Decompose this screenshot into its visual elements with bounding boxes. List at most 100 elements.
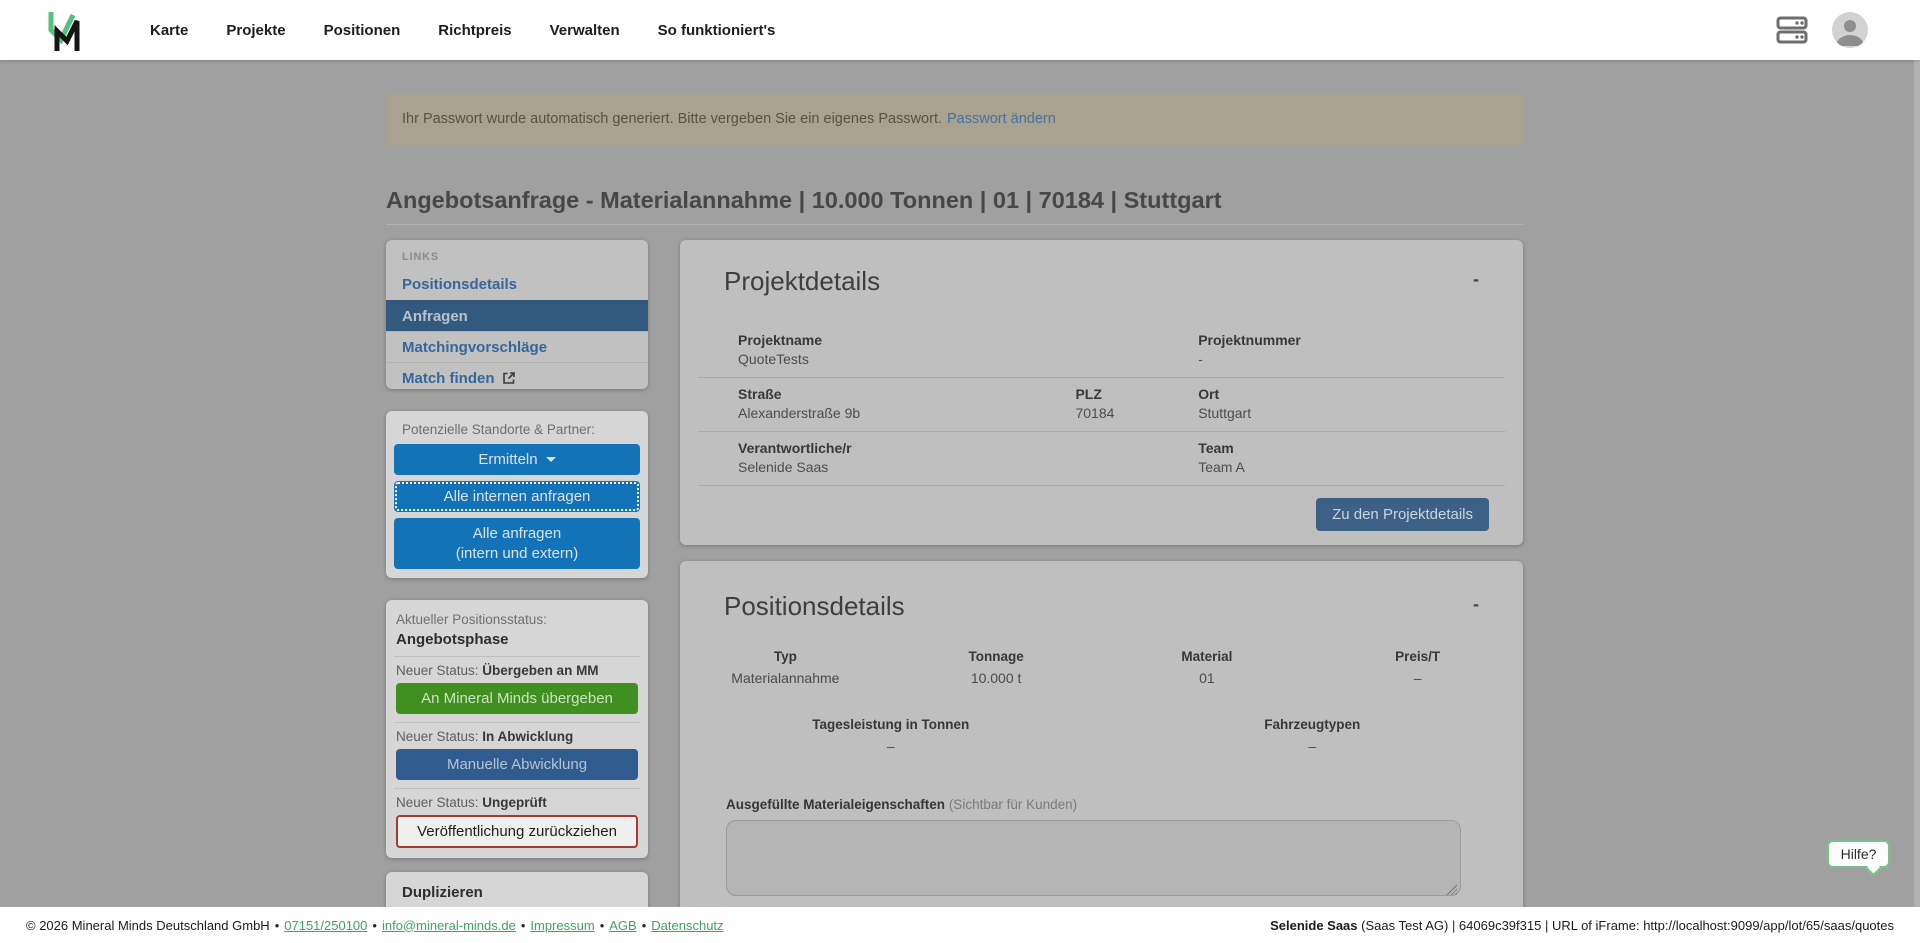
field-value: – (1102, 737, 1524, 755)
external-link-icon (502, 371, 516, 385)
field-projektnummer: Projektnummer - (1198, 332, 1505, 368)
caret-down-icon (546, 457, 556, 462)
field-label: Material (1102, 649, 1313, 665)
nav-item-projekte[interactable]: Projekte (207, 22, 304, 39)
footer-left: © 2026 Mineral Minds Deutschland GmbH • … (26, 918, 724, 933)
field-projektname: Projektname QuoteTests (738, 332, 1075, 368)
project-card-header: Projektdetails - (680, 240, 1523, 310)
footer-agb-link[interactable]: AGB (609, 918, 636, 933)
app-root: Karte Projekte Positionen Richtpreis Ver… (0, 0, 1920, 943)
footer-phone-link[interactable]: 07151/250100 (284, 918, 367, 933)
footer-user-info: Selenide Saas (Saas Test AG) | 64069c39f… (1270, 918, 1894, 933)
footer: © 2026 Mineral Minds Deutschland GmbH • … (0, 907, 1920, 943)
field-strasse: Straße Alexanderstraße 9b (738, 386, 1075, 422)
material-properties-label-bold: Ausgefüllte Materialeigenschaften (726, 797, 945, 812)
footer-impressum-link[interactable]: Impressum (530, 918, 594, 933)
nav-item-positionen[interactable]: Positionen (305, 22, 420, 39)
position-status-panel: Aktueller Positionsstatus: Angebotsphase… (386, 600, 648, 858)
change-password-link[interactable]: Passwort ändern (947, 111, 1056, 127)
spacer (1075, 332, 1198, 368)
footer-email-link[interactable]: info@mineral-minds.de (382, 918, 516, 933)
page-title: Angebotsanfrage - Materialannahme | 10.0… (386, 187, 1523, 214)
footer-separator: • (642, 918, 647, 933)
project-details-table: Projektname QuoteTests Projektnummer - S… (698, 324, 1505, 486)
material-properties-box (726, 820, 1461, 901)
nav-item-verwalten[interactable]: Verwalten (531, 22, 639, 39)
footer-separator: • (521, 918, 526, 933)
table-row: Straße Alexanderstraße 9b PLZ 70184 Ort … (698, 378, 1505, 432)
field-label: Team (1198, 440, 1505, 457)
project-card-title: Projektdetails (724, 266, 880, 296)
withdraw-publication-button[interactable]: Veröffentlichung zurückziehen (396, 815, 638, 848)
main-nav: Karte Projekte Positionen Richtpreis Ver… (131, 22, 794, 39)
sidebar-item-matchingvorschlaege[interactable]: Matchingvorschläge (386, 331, 648, 362)
go-to-project-details-button[interactable]: Zu den Projektdetails (1316, 498, 1489, 531)
ermitteln-button-label: Ermitteln (478, 451, 537, 468)
new-status-name: Ungeprüft (482, 795, 547, 810)
divider (394, 722, 640, 723)
mineral-minds-logo-icon[interactable] (45, 8, 89, 52)
divider (394, 656, 640, 657)
field-label: Tonnage (891, 649, 1102, 665)
sidebar-item-label: Anfragen (402, 308, 468, 325)
field-tagesleistung: Tagesleistung in Tonnen – (680, 717, 1102, 755)
footer-copyright: © 2026 Mineral Minds Deutschland GmbH (26, 918, 270, 933)
sidebar-item-positionsdetails[interactable]: Positionsdetails (386, 269, 648, 300)
footer-separator: • (600, 918, 605, 933)
collapse-button[interactable]: - (1467, 266, 1485, 292)
request-all-internal-button[interactable]: Alle internen anfragen (394, 481, 640, 512)
sidebar-item-label: Positionsdetails (402, 276, 517, 293)
help-tooltip-label: Hilfe? (1841, 846, 1877, 862)
alert-message: Ihr Passwort wurde automatisch generiert… (402, 111, 942, 127)
footer-user-name: Selenide Saas (1270, 918, 1357, 933)
footer-separator: • (372, 918, 377, 933)
field-plz: PLZ 70184 (1075, 386, 1198, 422)
new-status-prefix: Neuer Status: (396, 663, 482, 678)
position-card-title: Positionsdetails (724, 591, 905, 621)
nav-item-karte[interactable]: Karte (131, 22, 207, 39)
field-label: Verantwortliche/r (738, 440, 1075, 457)
manual-processing-button[interactable]: Manuelle Abwicklung (396, 749, 638, 780)
user-avatar-icon[interactable] (1832, 12, 1868, 48)
footer-separator: • (275, 918, 280, 933)
new-status-prefix: Neuer Status: (396, 795, 482, 810)
material-properties-textarea[interactable] (726, 820, 1461, 896)
new-status-line: Neuer Status: Übergeben an MM (396, 663, 638, 679)
field-label: Typ (680, 649, 891, 665)
field-ort: Ort Stuttgart (1198, 386, 1505, 422)
new-status-prefix: Neuer Status: (396, 729, 482, 744)
partners-panel: Potenzielle Standorte & Partner: Ermitte… (386, 411, 648, 578)
request-all-button[interactable]: Alle anfragen (intern und extern) (394, 518, 640, 569)
position-summary-row-2: Tagesleistung in Tonnen – Fahrzeugtypen … (680, 717, 1523, 755)
field-material: Material 01 (1102, 649, 1313, 687)
field-label: Fahrzeugtypen (1102, 717, 1524, 733)
project-card-actions: Zu den Projektdetails (680, 486, 1523, 545)
top-navbar: Karte Projekte Positionen Richtpreis Ver… (0, 0, 1920, 60)
ermitteln-button[interactable]: Ermitteln (394, 444, 640, 475)
field-tonnage: Tonnage 10.000 t (891, 649, 1102, 687)
field-label: Preis/T (1312, 649, 1523, 665)
field-value: 01 (1102, 669, 1313, 687)
nav-item-richtpreis[interactable]: Richtpreis (419, 22, 530, 39)
scrollbar[interactable] (1914, 60, 1920, 907)
field-value: 70184 (1075, 405, 1198, 422)
sidebar-item-anfragen[interactable]: Anfragen (386, 300, 648, 331)
sidebar-item-match-finden[interactable]: Match finden (386, 362, 648, 389)
nav-item-so-funktionierts[interactable]: So funktioniert's (639, 22, 795, 39)
field-value: Alexanderstraße 9b (738, 405, 1075, 422)
navbar-right (1776, 12, 1868, 48)
duplicate-button[interactable]: Duplizieren (402, 884, 632, 901)
field-team: Team Team A (1198, 440, 1505, 476)
project-details-card: Projektdetails - Projektname QuoteTests … (680, 240, 1523, 545)
sidebar-item-label: Match finden (402, 370, 495, 387)
collapse-button[interactable]: - (1467, 591, 1485, 617)
field-value: Materialannahme (680, 669, 891, 687)
footer-datenschutz-link[interactable]: Datenschutz (651, 918, 723, 933)
position-summary-row: Typ Materialannahme Tonnage 10.000 t Mat… (680, 649, 1523, 687)
password-alert: Ihr Passwort wurde automatisch generiert… (386, 93, 1523, 145)
server-icon[interactable] (1776, 16, 1808, 44)
current-status-value: Angebotsphase (396, 630, 638, 650)
field-value: Team A (1198, 459, 1505, 476)
handover-to-mm-button[interactable]: An Mineral Minds übergeben (396, 683, 638, 714)
help-tooltip[interactable]: Hilfe? (1827, 840, 1890, 868)
